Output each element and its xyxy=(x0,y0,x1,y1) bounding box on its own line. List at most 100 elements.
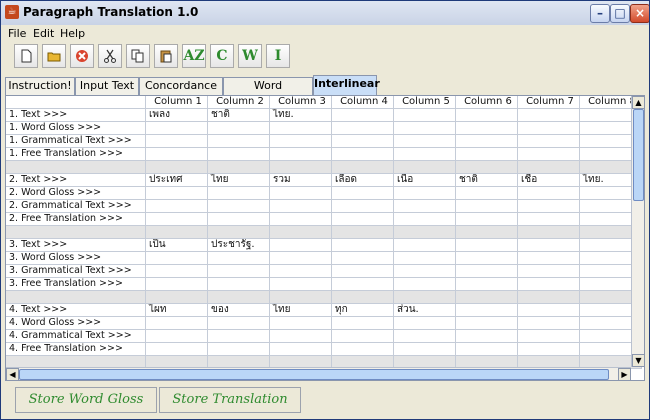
table-cell[interactable] xyxy=(456,122,518,135)
table-cell[interactable] xyxy=(518,213,580,226)
table-cell[interactable] xyxy=(456,252,518,265)
table-cell[interactable]: ไทย. xyxy=(270,109,332,122)
table-cell[interactable] xyxy=(394,317,456,330)
table-cell[interactable] xyxy=(332,278,394,291)
table-cell[interactable] xyxy=(208,187,270,200)
table-cell[interactable] xyxy=(208,317,270,330)
table-cell[interactable] xyxy=(456,317,518,330)
table-cell[interactable] xyxy=(456,278,518,291)
table-cell[interactable] xyxy=(270,239,332,252)
table-cell[interactable] xyxy=(332,135,394,148)
word-frequency-button[interactable]: W xyxy=(238,44,262,68)
table-cell[interactable] xyxy=(456,239,518,252)
table-cell[interactable] xyxy=(146,148,208,161)
table-cell[interactable] xyxy=(518,109,580,122)
table-cell[interactable] xyxy=(394,239,456,252)
table-cell[interactable]: ของ xyxy=(208,304,270,317)
store-word-gloss-button[interactable]: Store Word Gloss xyxy=(15,387,157,413)
table-cell[interactable] xyxy=(208,200,270,213)
table-cell[interactable] xyxy=(456,304,518,317)
table-cell[interactable]: ชาติ xyxy=(208,109,270,122)
store-translation-button[interactable]: Store Translation xyxy=(159,387,301,413)
table-cell[interactable] xyxy=(332,200,394,213)
maximize-icon[interactable]: □ xyxy=(610,4,630,23)
menu-help[interactable]: Help xyxy=(60,27,85,40)
scroll-right-button[interactable]: ▶ xyxy=(618,368,631,380)
sort-az-button[interactable]: AZ xyxy=(182,44,206,68)
table-cell[interactable] xyxy=(518,122,580,135)
horizontal-scroll-thumb[interactable] xyxy=(19,369,609,380)
table-cell[interactable] xyxy=(208,278,270,291)
table-cell[interactable] xyxy=(332,122,394,135)
table-cell[interactable] xyxy=(270,148,332,161)
table-cell[interactable] xyxy=(394,135,456,148)
table-cell[interactable]: เลือด xyxy=(332,174,394,187)
table-cell[interactable] xyxy=(456,330,518,343)
table-cell[interactable] xyxy=(270,343,332,356)
concordance-button[interactable]: C xyxy=(210,44,234,68)
table-cell[interactable] xyxy=(270,317,332,330)
scroll-down-button[interactable]: ▼ xyxy=(632,354,644,367)
table-cell[interactable]: ไทย xyxy=(208,174,270,187)
table-cell[interactable] xyxy=(518,239,580,252)
table-cell[interactable] xyxy=(456,135,518,148)
table-cell[interactable] xyxy=(518,343,580,356)
table-cell[interactable] xyxy=(456,200,518,213)
table-cell[interactable] xyxy=(270,278,332,291)
tab-instruction[interactable]: Instruction! xyxy=(5,77,75,95)
table-cell[interactable] xyxy=(270,213,332,226)
vertical-scroll-thumb[interactable] xyxy=(633,109,644,201)
table-cell[interactable] xyxy=(332,239,394,252)
table-cell[interactable] xyxy=(146,187,208,200)
table-cell[interactable] xyxy=(146,278,208,291)
tab-input-text[interactable]: Input Text xyxy=(75,77,139,95)
table-cell[interactable]: รวม xyxy=(270,174,332,187)
paste-button[interactable] xyxy=(154,44,178,68)
table-cell[interactable]: เชื้อ xyxy=(518,174,580,187)
table-cell[interactable]: ทุก xyxy=(332,304,394,317)
table-cell[interactable]: ส่วน. xyxy=(394,304,456,317)
minimize-icon[interactable]: – xyxy=(590,4,610,23)
table-cell[interactable] xyxy=(456,109,518,122)
table-cell[interactable] xyxy=(518,317,580,330)
table-cell[interactable] xyxy=(394,252,456,265)
table-cell[interactable] xyxy=(518,252,580,265)
table-cell[interactable] xyxy=(394,187,456,200)
menu-edit[interactable]: Edit xyxy=(33,27,54,40)
open-button[interactable] xyxy=(42,44,66,68)
table-cell[interactable] xyxy=(394,343,456,356)
table-cell[interactable] xyxy=(332,317,394,330)
cut-button[interactable] xyxy=(98,44,122,68)
table-cell[interactable]: ไทย xyxy=(270,304,332,317)
table-cell[interactable] xyxy=(518,200,580,213)
table-cell[interactable] xyxy=(270,122,332,135)
table-cell[interactable] xyxy=(146,135,208,148)
table-cell[interactable] xyxy=(518,265,580,278)
table-cell[interactable] xyxy=(518,187,580,200)
table-cell[interactable]: เนื้อ xyxy=(394,174,456,187)
table-cell[interactable] xyxy=(394,278,456,291)
table-cell[interactable]: เป็น xyxy=(146,239,208,252)
table-cell[interactable]: ประเทศ xyxy=(146,174,208,187)
table-cell[interactable] xyxy=(456,148,518,161)
tab-interlinear[interactable]: Interlinear xyxy=(313,75,380,95)
table-cell[interactable]: ประชารัฐ. xyxy=(208,239,270,252)
copy-button[interactable] xyxy=(126,44,150,68)
table-cell[interactable] xyxy=(208,343,270,356)
table-cell[interactable] xyxy=(394,109,456,122)
table-cell[interactable] xyxy=(518,135,580,148)
table-cell[interactable] xyxy=(518,304,580,317)
table-cell[interactable] xyxy=(208,252,270,265)
horizontal-scrollbar[interactable]: ◀ ▶ xyxy=(6,367,631,380)
table-cell[interactable] xyxy=(270,200,332,213)
table-cell[interactable] xyxy=(208,148,270,161)
table-cell[interactable] xyxy=(270,135,332,148)
vertical-scrollbar[interactable]: ▲ ▼ xyxy=(631,96,644,367)
table-cell[interactable] xyxy=(146,343,208,356)
table-cell[interactable]: เพลง xyxy=(146,109,208,122)
table-cell[interactable] xyxy=(456,343,518,356)
table-cell[interactable] xyxy=(208,213,270,226)
table-cell[interactable] xyxy=(332,343,394,356)
table-cell[interactable] xyxy=(146,213,208,226)
table-cell[interactable] xyxy=(332,265,394,278)
